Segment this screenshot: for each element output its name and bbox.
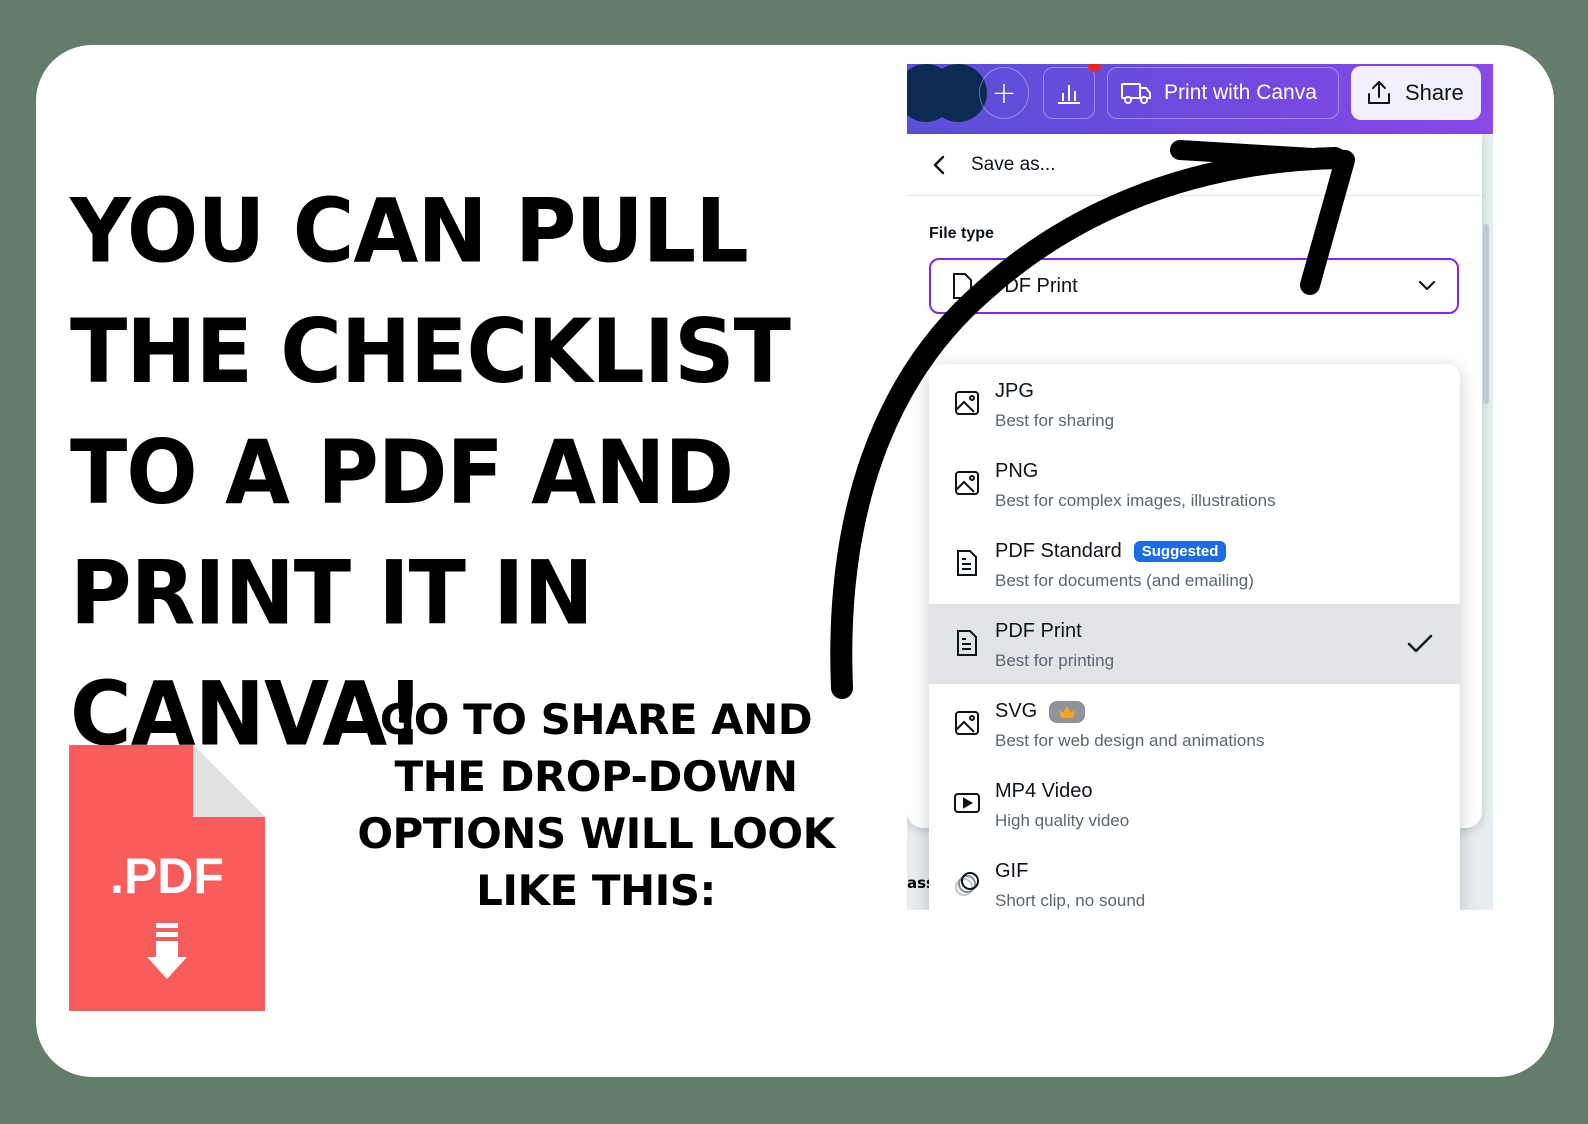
share-button[interactable]: Share [1351, 66, 1481, 120]
option-gif[interactable]: GIF Short clip, no sound [929, 844, 1460, 910]
print-label: Print with Canva [1164, 81, 1317, 104]
notification-dot [1088, 64, 1101, 72]
option-pdf-standard[interactable]: PDF Standard Suggested Best for documents… [929, 524, 1460, 604]
chevron-down-icon [1418, 280, 1436, 291]
subheading: GO TO SHARE AND THE DROP-DOWN OPTIONS WI… [357, 695, 835, 915]
option-description: Best for sharing [995, 411, 1115, 430]
option-description: Best for documents (and emailing) [995, 571, 1254, 590]
image-icon [955, 471, 979, 495]
truck-icon [1121, 83, 1151, 104]
pdf-label: .PDF [110, 848, 224, 904]
option-description: High quality video [995, 811, 1130, 830]
scrollbar[interactable] [1483, 224, 1489, 404]
image-icon [955, 711, 979, 735]
file-type-dropdown: JPG Best for sharing PNG Best for comple… [929, 364, 1460, 910]
option-description: Best for complex images, illustrations [995, 491, 1276, 510]
canva-ui-screenshot: + Print with Canva Share ass rwe Save as… [907, 64, 1493, 910]
option-pdf-print[interactable]: PDF Print Best for printing [929, 604, 1460, 684]
crown-icon [1059, 705, 1076, 718]
option-title: SVG [995, 700, 1038, 722]
document-icon [953, 273, 972, 299]
bar-chart-icon [1058, 85, 1080, 104]
pro-crown-badge [1049, 700, 1086, 723]
option-description: Short clip, no sound [995, 891, 1146, 910]
document-icon [957, 630, 977, 656]
add-collaborator-button[interactable]: + [979, 67, 1029, 119]
suggested-badge: Suggested [1133, 541, 1227, 562]
file-type-select[interactable]: PDF Print [929, 258, 1459, 314]
file-type-label: File type [929, 225, 994, 242]
file-type-value: PDF Print [991, 275, 1078, 297]
pdf-file-icon: .PDF [69, 745, 265, 1011]
option-title: PDF Standard [995, 540, 1122, 562]
checkmark-icon [1407, 634, 1433, 653]
print-with-canva-button[interactable]: Print with Canva [1107, 67, 1339, 119]
image-icon [955, 391, 979, 415]
option-mp4-video[interactable]: MP4 Video High quality video [929, 764, 1460, 844]
share-label: Share [1405, 80, 1464, 105]
panel-title: Save as... [971, 154, 1056, 175]
document-icon [957, 550, 977, 576]
option-title: PDF Print [995, 620, 1082, 642]
option-title: GIF [995, 860, 1029, 882]
option-description: Best for web design and animations [995, 731, 1265, 750]
chevron-left-icon[interactable] [929, 153, 949, 177]
headline: YOU CAN PULL THE CHECKLIST TO A PDF AND … [70, 179, 791, 766]
insights-button[interactable] [1043, 67, 1095, 119]
gif-icon [955, 872, 979, 896]
top-toolbar: + Print with Canva Share [907, 64, 1493, 134]
option-jpg[interactable]: JPG Best for sharing [929, 364, 1460, 444]
panel-header: Save as... [907, 134, 1482, 196]
option-png[interactable]: PNG Best for complex images, illustratio… [929, 444, 1460, 524]
video-icon [954, 793, 980, 813]
option-svg[interactable]: SVG Best for web design and animations [929, 684, 1460, 764]
option-description: Best for printing [995, 651, 1115, 670]
option-title: JPG [995, 380, 1034, 402]
upload-icon [1368, 81, 1390, 104]
option-title: MP4 Video [995, 780, 1093, 802]
option-title: PNG [995, 460, 1039, 482]
